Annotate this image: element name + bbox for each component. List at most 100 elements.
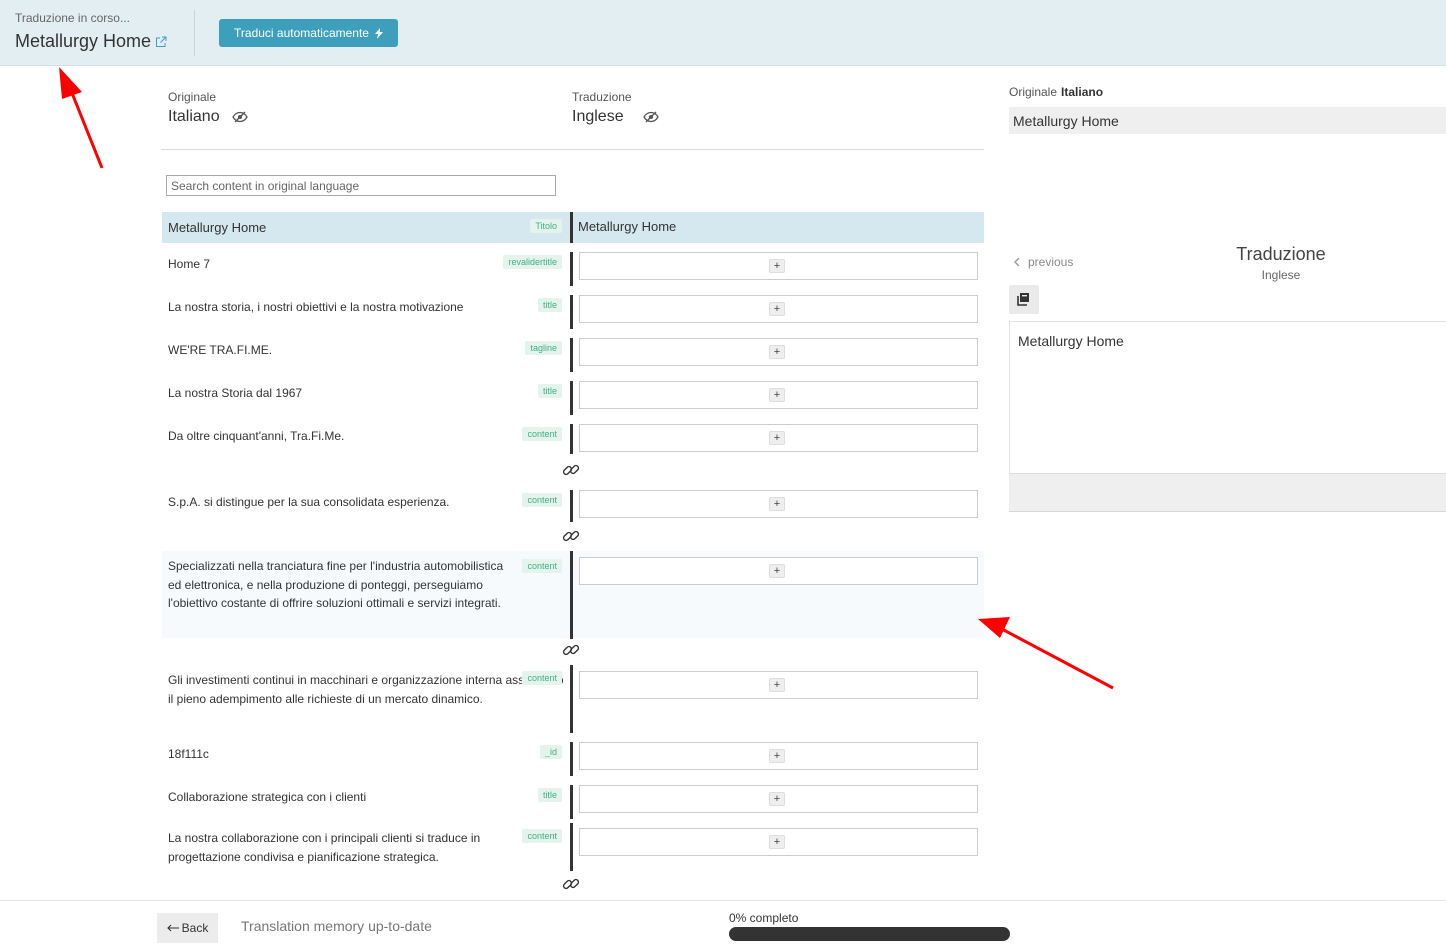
right-panel-translation-lang: Inglese xyxy=(1261,268,1301,282)
auto-translate-button[interactable]: Traduci automaticamente xyxy=(219,19,398,47)
plus-icon[interactable]: + xyxy=(769,431,785,445)
source-text: Home 7 xyxy=(168,257,211,271)
column-divider xyxy=(570,551,573,639)
column-divider xyxy=(570,381,573,415)
eye-slash-icon[interactable] xyxy=(232,111,248,123)
field-tag: _id xyxy=(539,745,562,759)
plus-icon[interactable]: + xyxy=(769,678,785,692)
original-caption: Originale xyxy=(168,90,217,104)
field-tag: content xyxy=(522,829,562,843)
field-tag: title xyxy=(537,298,562,312)
source-text: La nostra collaborazione con i principal… xyxy=(168,831,481,864)
field-tag: content xyxy=(522,427,562,441)
back-button[interactable]: Back xyxy=(157,913,218,943)
previous-button[interactable]: previous xyxy=(1014,255,1073,269)
plus-icon[interactable]: + xyxy=(769,792,785,806)
right-panel-original-caption: Originale xyxy=(1009,85,1058,99)
bottom-bar: Back Translation memory up-to-date 0% co… xyxy=(0,900,1446,949)
back-label: Back xyxy=(181,921,209,935)
plus-icon[interactable]: + xyxy=(769,564,785,578)
source-text: La nostra Storia dal 1967 xyxy=(168,386,303,400)
arrow-left-icon xyxy=(166,924,179,932)
field-tag: Titolo xyxy=(530,219,562,233)
translation-text[interactable]: Metallurgy Home xyxy=(578,219,676,234)
plus-icon[interactable]: + xyxy=(769,259,785,273)
search-input[interactable] xyxy=(166,175,556,196)
right-panel-original-lang: Italiano xyxy=(1061,85,1104,99)
source-text: Da oltre cinquant'anni, Tra.Fi.Me. xyxy=(168,429,345,443)
header-divider xyxy=(194,10,195,56)
top-bar: Traduzione in corso... Metallurgy Home T… xyxy=(0,0,1446,66)
translation-field[interactable]: + xyxy=(579,742,978,770)
field-tag: title xyxy=(537,788,562,802)
plus-icon[interactable]: + xyxy=(769,388,785,402)
link-icon[interactable] xyxy=(561,640,581,660)
translation-field[interactable]: + xyxy=(579,381,978,409)
original-language: Italiano xyxy=(168,108,220,125)
page-title-text: Metallurgy Home xyxy=(15,31,152,51)
column-divider xyxy=(570,742,573,776)
translation-editor[interactable]: Metallurgy Home xyxy=(1009,321,1446,473)
source-text: La nostra storia, i nostri obiettivi e l… xyxy=(168,300,464,314)
translation-field[interactable]: + xyxy=(579,828,978,856)
right-panel-original-header: Originale Italiano xyxy=(1009,85,1103,99)
translation-field[interactable]: + xyxy=(579,295,978,323)
translation-memory-status: Translation memory up-to-date xyxy=(241,918,432,934)
source-text: S.p.A. si distingue per la sua consolida… xyxy=(168,495,450,509)
progress-bar xyxy=(729,927,1010,941)
plus-icon[interactable]: + xyxy=(769,345,785,359)
translation-field[interactable]: + xyxy=(579,252,978,280)
progress-label: 0% completo xyxy=(729,911,799,925)
field-tag: title xyxy=(537,384,562,398)
right-panel-translation-title: Traduzione xyxy=(1236,244,1326,264)
copy-icon xyxy=(1017,293,1029,306)
eye-slash-icon[interactable] xyxy=(643,111,659,123)
lightning-icon xyxy=(374,27,383,39)
source-text: Metallurgy Home xyxy=(168,220,267,235)
table-row[interactable]: Metallurgy Home Titolo Metallurgy Home xyxy=(162,212,984,243)
copy-original-button[interactable] xyxy=(1009,285,1039,314)
translation-language: Inglese xyxy=(572,108,624,125)
column-divider xyxy=(570,823,573,871)
field-tag: content xyxy=(522,493,562,507)
translation-field[interactable]: + xyxy=(579,424,978,452)
annotation-arrow-field xyxy=(978,617,1114,690)
translation-caption: Traduzione xyxy=(572,90,632,104)
translation-field[interactable]: + xyxy=(579,490,978,518)
column-divider xyxy=(570,295,573,329)
previous-label: previous xyxy=(1028,255,1074,269)
source-text: Collaborazione strategica con i clienti xyxy=(168,790,367,804)
translation-field[interactable]: + xyxy=(579,338,978,366)
field-tag: content xyxy=(522,671,562,685)
field-tag: revalidertitle xyxy=(503,255,562,269)
right-panel-original-text: Metallurgy Home xyxy=(1009,107,1446,134)
table-row[interactable]: Specializzati nella tranciatura fine per… xyxy=(162,551,984,639)
column-divider xyxy=(570,785,573,819)
source-text: Specializzati nella tranciatura fine per… xyxy=(168,559,504,610)
page-title[interactable]: Metallurgy Home xyxy=(15,31,167,52)
column-divider xyxy=(570,212,573,243)
external-link-icon[interactable] xyxy=(155,36,167,48)
translation-field[interactable]: + xyxy=(579,557,978,585)
column-divider xyxy=(570,338,573,372)
source-text: Gli investimenti continui in macchinari … xyxy=(168,673,564,706)
field-tag: content xyxy=(522,559,562,573)
link-icon[interactable] xyxy=(561,460,581,480)
column-divider xyxy=(570,252,573,286)
source-text: WE'RE TRA.FI.ME. xyxy=(168,343,273,357)
link-icon[interactable] xyxy=(561,874,581,894)
translation-field[interactable]: + xyxy=(579,785,978,813)
translation-field[interactable]: + xyxy=(579,671,978,699)
header-divider-line xyxy=(161,149,984,150)
column-divider xyxy=(570,665,573,733)
plus-icon[interactable]: + xyxy=(769,835,785,849)
translation-editor-footer xyxy=(1009,473,1446,512)
link-icon[interactable] xyxy=(561,526,581,546)
plus-icon[interactable]: + xyxy=(769,302,785,316)
auto-translate-label: Traduci automaticamente xyxy=(234,26,369,40)
plus-icon[interactable]: + xyxy=(769,749,785,763)
chevron-left-icon xyxy=(1014,257,1020,267)
annotation-arrow-title xyxy=(59,67,104,169)
field-tag: tagline xyxy=(525,341,562,355)
plus-icon[interactable]: + xyxy=(769,497,785,511)
